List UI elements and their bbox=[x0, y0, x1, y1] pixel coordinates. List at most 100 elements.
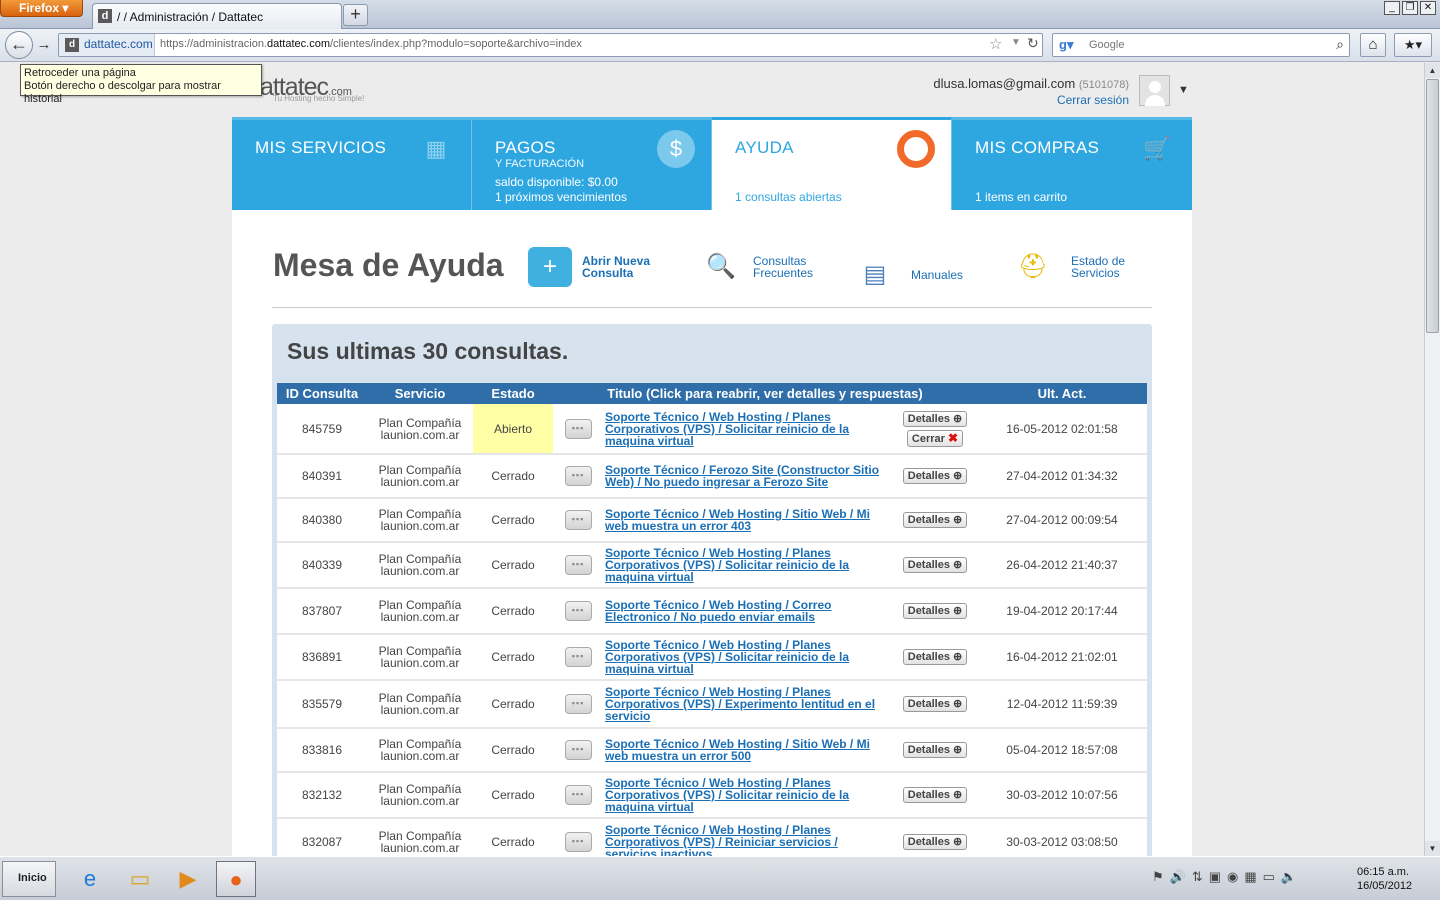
tab-pagos[interactable]: PAGOS Y FACTURACIÓN saldo disponible: $0… bbox=[472, 117, 712, 210]
ticket-title-link[interactable]: Soporte Técnico / Web Hosting / Planes C… bbox=[605, 546, 849, 584]
tab-title: / / Administración / Dattatec bbox=[117, 10, 264, 24]
col-ult-act: Ult. Act. bbox=[977, 383, 1147, 404]
ticket-service: Plan Compañía launion.com.ar bbox=[367, 542, 473, 589]
tab-mis-compras[interactable]: MIS COMPRAS 1 items en carrito 🛒 bbox=[952, 117, 1192, 210]
back-button[interactable]: ← bbox=[5, 31, 33, 59]
ticket-id: 840391 bbox=[277, 454, 367, 499]
google-icon[interactable]: g▾ bbox=[1059, 37, 1073, 53]
system-clock[interactable]: 06:15 a.m. 16/05/2012 bbox=[1357, 865, 1412, 893]
ticket-title-link[interactable]: Soporte Técnico / Web Hosting / Planes C… bbox=[605, 776, 849, 814]
internet-explorer-icon[interactable]: e bbox=[70, 861, 110, 897]
search-icon[interactable]: ⌕ bbox=[1336, 36, 1344, 53]
reload-icon[interactable]: ↻ bbox=[1027, 35, 1039, 52]
details-button[interactable]: Detalles ⊕ bbox=[902, 787, 968, 803]
col-id: ID Consulta bbox=[277, 383, 367, 404]
ticket-bubble-cell: ▪▪▪ bbox=[553, 680, 603, 729]
media-player-icon[interactable]: ▶ bbox=[168, 861, 208, 897]
browser-tab[interactable]: d / / Administración / Dattatec bbox=[92, 3, 342, 29]
close-ticket-button[interactable]: Cerrar ✖ bbox=[906, 429, 964, 447]
table-row: 837807 Plan Compañía launion.com.ar Cerrado… bbox=[277, 588, 1147, 635]
chat-bubble-icon[interactable]: ▪▪▪ bbox=[564, 740, 592, 760]
scroll-up-icon[interactable]: ▲ bbox=[1425, 63, 1440, 78]
new-tab-button[interactable]: + bbox=[343, 4, 368, 26]
folder-icon[interactable]: ▭ bbox=[120, 861, 160, 897]
ticket-actions: Detalles ⊕ Cerrar ✖ bbox=[893, 404, 977, 455]
details-button[interactable]: Detalles ⊕ bbox=[902, 410, 968, 427]
divider bbox=[272, 307, 1152, 308]
home-button[interactable]: ⌂ bbox=[1360, 33, 1386, 57]
details-button[interactable]: Detalles ⊕ bbox=[902, 742, 968, 758]
chat-bubble-icon[interactable]: ▪▪▪ bbox=[564, 694, 592, 714]
chat-bubble-icon[interactable]: ▪▪▪ bbox=[564, 832, 592, 852]
user-menu-caret-icon[interactable]: ▼ bbox=[1178, 84, 1189, 96]
ticket-status: Cerrado bbox=[473, 680, 553, 729]
ticket-title-link[interactable]: Soporte Técnico / Web Hosting / Planes C… bbox=[605, 638, 849, 676]
ticket-title-link[interactable]: Soporte Técnico / Web Hosting / Planes C… bbox=[605, 685, 875, 723]
servers-icon: ▦ bbox=[425, 136, 447, 161]
search-input[interactable]: Google bbox=[1089, 39, 1124, 51]
details-button[interactable]: Detalles ⊕ bbox=[902, 696, 968, 712]
forward-button[interactable]: → bbox=[34, 36, 54, 56]
ticket-id: 832087 bbox=[277, 818, 367, 856]
url-text[interactable]: https://administracion.dattatec.com/clie… bbox=[160, 38, 582, 50]
ticket-title-link[interactable]: Soporte Técnico / Web Hosting / Planes C… bbox=[605, 823, 838, 856]
tab-mis-servicios[interactable]: MIS SERVICIOS ▦ bbox=[232, 117, 472, 210]
scroll-down-icon[interactable]: ▼ bbox=[1425, 841, 1440, 856]
bookmarks-button[interactable]: ★▾ bbox=[1394, 33, 1432, 57]
page-scrollbar[interactable]: ▲ ▼ bbox=[1424, 63, 1440, 856]
restore-icon[interactable]: ❐ bbox=[1402, 1, 1418, 15]
url-dropdown-icon[interactable]: ▼ bbox=[1011, 37, 1021, 48]
ticket-title-link[interactable]: Soporte Técnico / Web Hosting / Correo E… bbox=[605, 598, 831, 624]
manuals-icon: ▤ bbox=[863, 261, 887, 288]
site-identity-button[interactable]: d dattatec.com bbox=[59, 34, 155, 56]
chat-bubble-icon[interactable]: ▪▪▪ bbox=[564, 601, 592, 621]
chat-bubble-icon[interactable]: ▪▪▪ bbox=[564, 647, 592, 667]
ticket-title-link[interactable]: Soporte Técnico / Web Hosting / Sitio We… bbox=[605, 507, 870, 533]
chat-bubble-icon[interactable]: ▪▪▪ bbox=[564, 785, 592, 805]
table-header-row: ID Consulta Servicio Estado Titulo (Clic… bbox=[277, 383, 1147, 404]
ticket-title-cell: Soporte Técnico / Web Hosting / Planes C… bbox=[603, 542, 893, 589]
chat-bubble-icon[interactable]: ▪▪▪ bbox=[564, 418, 592, 439]
site-favicon-icon: d bbox=[98, 9, 112, 23]
ticket-title-link[interactable]: Soporte Técnico / Web Hosting / Planes C… bbox=[605, 410, 849, 448]
details-button[interactable]: Detalles ⊕ bbox=[902, 649, 968, 665]
ticket-bubble-cell: ▪▪▪ bbox=[553, 498, 603, 543]
ticket-actions: Detalles ⊕ bbox=[893, 818, 977, 856]
service-status-link[interactable]: ⛑ Estado de Servicios bbox=[1005, 247, 1125, 287]
start-button[interactable]: Inicio bbox=[2, 861, 56, 897]
ticket-service: Plan Compañía launion.com.ar bbox=[367, 680, 473, 729]
ticket-id: 832132 bbox=[277, 772, 367, 819]
minimize-icon[interactable]: _ bbox=[1384, 1, 1400, 15]
bookmark-star-icon[interactable]: ☆ bbox=[989, 35, 1002, 53]
details-button[interactable]: Detalles ⊕ bbox=[902, 468, 968, 484]
firefox-icon[interactable]: ● bbox=[216, 861, 256, 897]
details-button[interactable]: Detalles ⊕ bbox=[902, 603, 968, 619]
col-titulo: Titulo (Click para reabrir, ver detalles… bbox=[553, 383, 977, 404]
table-row: 840339 Plan Compañía launion.com.ar Cerrado… bbox=[277, 542, 1147, 589]
address-bar[interactable]: d dattatec.com https://administracion.da… bbox=[58, 33, 1043, 57]
ticket-last-update: 30-03-2012 03:08:50 bbox=[977, 818, 1147, 856]
table-row: 845759 Plan Compañía launion.com.ar Abierto… bbox=[277, 404, 1147, 455]
details-button[interactable]: Detalles ⊕ bbox=[902, 834, 968, 850]
ticket-id: 840339 bbox=[277, 542, 367, 589]
ticket-title-link[interactable]: Soporte Técnico / Web Hosting / Sitio We… bbox=[605, 737, 870, 763]
chat-bubble-icon[interactable]: ▪▪▪ bbox=[564, 555, 592, 575]
new-ticket-link[interactable]: + Abrir Nueva Consulta bbox=[528, 247, 650, 287]
user-email: dlusa.lomas@gmail.com bbox=[933, 76, 1076, 91]
search-bar[interactable]: g▾ Google ⌕ bbox=[1052, 33, 1350, 57]
tab-ayuda[interactable]: AYUDA 1 consultas abiertas bbox=[712, 117, 952, 210]
faq-link[interactable]: 🔍 Consultas Frecuentes bbox=[699, 247, 813, 287]
close-x-icon: ✖ bbox=[948, 430, 959, 445]
close-icon[interactable]: ✕ bbox=[1420, 1, 1436, 15]
manuals-link[interactable]: ▤ Manuales bbox=[849, 255, 963, 295]
firefox-menu-button[interactable]: Firefox ▾ bbox=[0, 0, 83, 17]
chat-bubble-icon[interactable]: ▪▪▪ bbox=[564, 466, 592, 486]
details-button[interactable]: Detalles ⊕ bbox=[902, 512, 968, 528]
avatar[interactable] bbox=[1139, 75, 1170, 106]
chat-bubble-icon[interactable]: ▪▪▪ bbox=[564, 510, 592, 530]
details-button[interactable]: Detalles ⊕ bbox=[902, 557, 968, 573]
ticket-title-cell: Soporte Técnico / Web Hosting / Correo E… bbox=[603, 588, 893, 635]
scroll-thumb[interactable] bbox=[1426, 79, 1439, 333]
ticket-title-link[interactable]: Soporte Técnico / Ferozo Site (Construct… bbox=[605, 463, 879, 489]
logout-link[interactable]: Cerrar sesión bbox=[933, 93, 1129, 107]
